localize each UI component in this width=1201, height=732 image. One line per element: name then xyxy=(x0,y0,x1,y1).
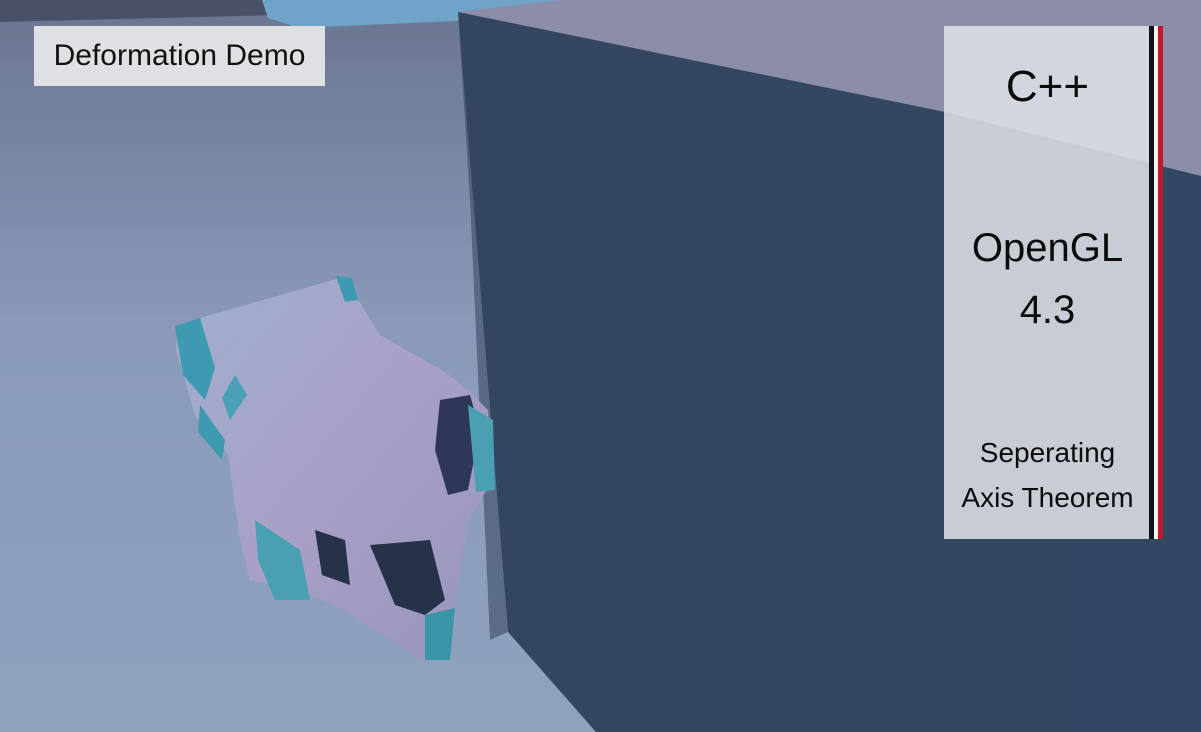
panel-stripe-red xyxy=(1158,26,1163,539)
demo-title-label: Deformation Demo xyxy=(34,26,325,86)
algorithm-label-line1: Seperating xyxy=(979,437,1116,468)
algorithm-label-line2: Axis Theorem xyxy=(961,482,1134,513)
graphics-api-version: 4.3 xyxy=(1019,288,1076,332)
graphics-api-label: OpenGL xyxy=(971,226,1124,270)
language-label: C++ xyxy=(1005,62,1090,111)
